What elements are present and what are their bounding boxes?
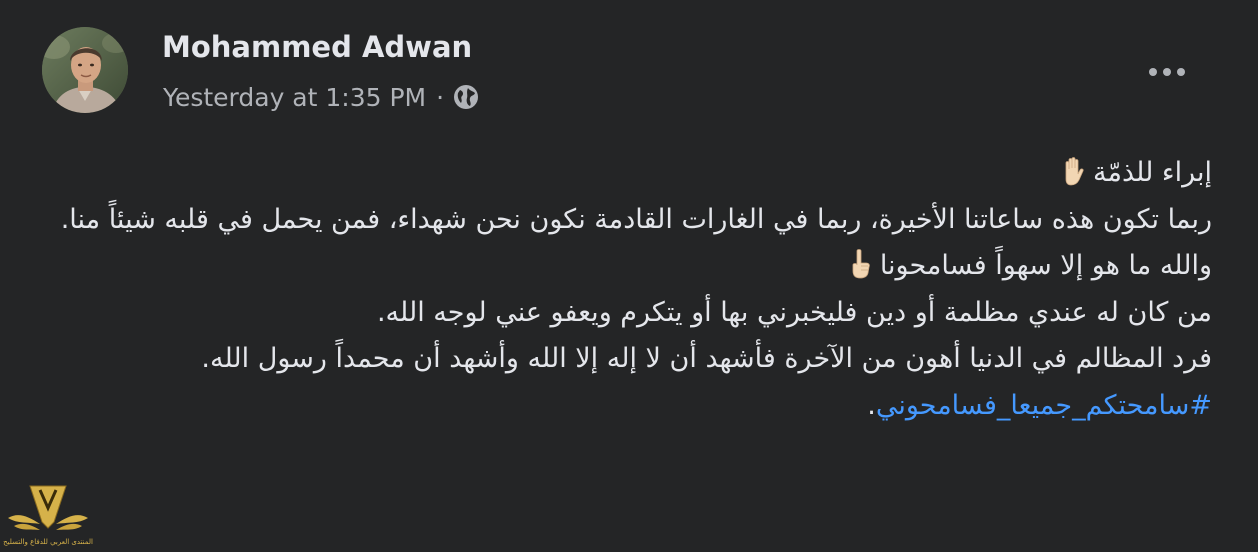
index-pointing-up-emoji (844, 248, 876, 280)
post-text: إبراء للذمّة ربما تكون هذه ساعاتنا الأخي… (40, 150, 1212, 429)
meta-separator: · (436, 82, 445, 112)
author-name[interactable]: Mohammed Adwan (162, 30, 472, 64)
post-line: إبراء للذمّة (40, 150, 1212, 197)
globe-icon[interactable] (452, 83, 480, 111)
more-options-icon (1149, 68, 1157, 76)
more-options-button[interactable] (1137, 52, 1197, 92)
watermark-text: المنتدى العربي للدفاع والتسليح (3, 538, 93, 546)
post-line: ربما تكون هذه ساعاتنا الأخيرة، ربما في ا… (60, 203, 1212, 235)
post-line: #سامحتكم_جميعا_فسامحوني. (867, 389, 1212, 421)
post-meta: Yesterday at 1:35 PM · (163, 80, 480, 114)
post-line: فرد المظالم في الدنيا أهون من الآخرة فأش… (201, 343, 1212, 374)
post-line: والله ما هو إلا سهواً فسامحونا (40, 243, 1212, 290)
author-avatar[interactable] (42, 27, 128, 113)
hashtag-link[interactable]: #سامحتكم_جميعا_فسامحوني (876, 390, 1212, 421)
avatar-photo (42, 27, 128, 113)
raised-hand-emoji (1057, 155, 1089, 187)
post-timestamp[interactable]: Yesterday at 1:35 PM (163, 83, 426, 112)
post-line: من كان له عندي مظلمة أو دين فليخبرني بها… (376, 296, 1212, 328)
facebook-post: Mohammed Adwan Yesterday at 1:35 PM · إب… (0, 0, 1258, 548)
